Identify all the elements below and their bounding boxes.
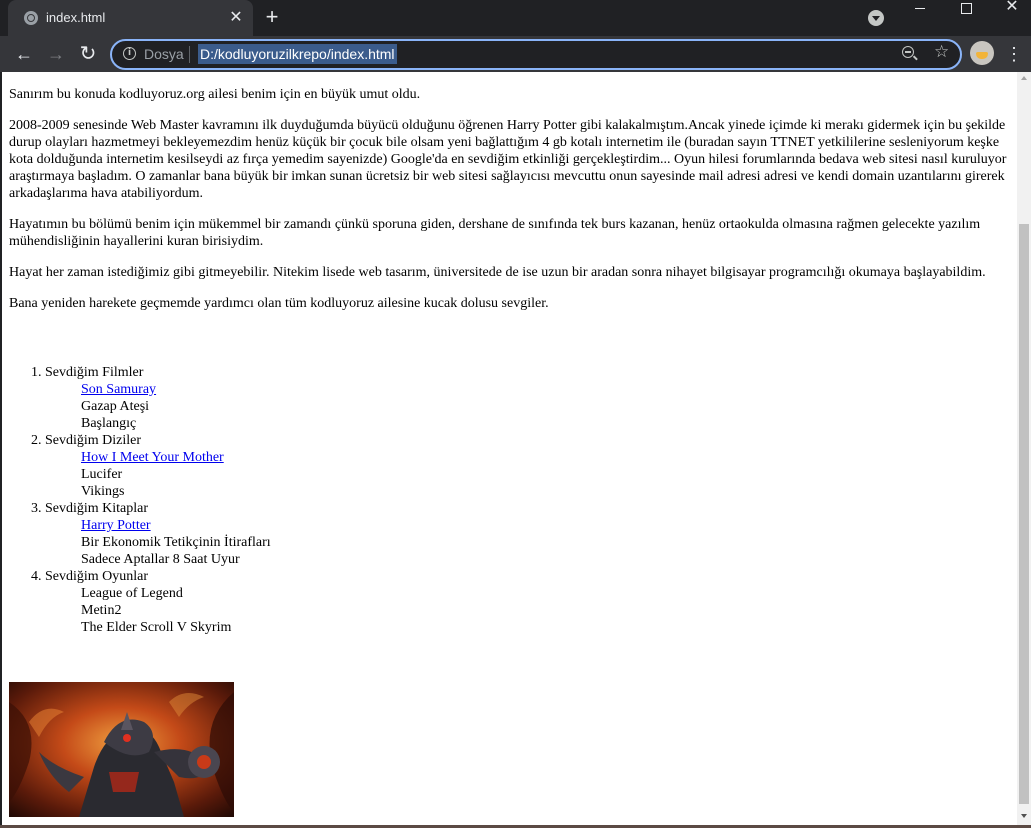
list-title: Sevdiğim Diziler [45,433,142,448]
list-title: Sevdiğim Filmler [45,365,144,380]
zoom-out-icon[interactable] [902,46,914,58]
list-item: Sevdiğim Kitaplar Harry Potter Bir Ekono… [45,500,1012,568]
page-content: Sanırım bu konuda kodluyoruz.org ailesi … [9,72,1012,636]
life-paragraph: Hayat her zaman istediğimiz gibi gitmeye… [9,265,986,280]
list-item: Sevdiğim Filmler Son Samuray Gazap Ateşi… [45,364,1012,432]
url-input[interactable]: D:/kodluyoruzilkrepo/index.html [198,44,397,64]
tab-close-button[interactable]: ✕ [226,8,246,28]
favorites-list: Sevdiğim Filmler Son Samuray Gazap Ateşi… [9,364,1012,636]
forward-button[interactable]: → [44,42,68,66]
list-entry: Vikings [81,484,125,499]
list-link[interactable]: Harry Potter [81,518,151,533]
scrollbar-thumb[interactable] [1019,224,1029,804]
list-entry: The Elder Scroll V Skyrim [81,620,232,635]
list-link[interactable]: How I Meet Your Mother [81,450,224,465]
new-tab-button[interactable]: + [260,6,284,30]
tab-title: index.html [46,10,106,25]
profile-avatar[interactable] [970,41,994,65]
story-paragraph: 2008-2009 senesinde Web Master kavramını… [9,118,1007,201]
close-window-button[interactable]: ✕ [989,0,1031,30]
list-entry: Sadece Aptallar 8 Saat Uyur [81,552,240,567]
maximize-button[interactable] [943,0,989,30]
info-icon[interactable]: i [123,47,136,60]
scroll-down-arrow-icon[interactable] [1021,814,1027,818]
intro-paragraph: Sanırım bu konuda kodluyoruz.org ailesi … [9,87,421,102]
browser-toolbar: ← → ↻ i Dosya D:/kodluyoruzilkrepo/index… [0,36,1031,72]
school-paragraph: Hayatımın bu bölümü benim için mükemmel … [9,217,981,249]
list-title: Sevdiğim Kitaplar [45,501,149,516]
list-title: Sevdiğim Oyunlar [45,569,149,584]
back-button[interactable]: ← [12,42,36,66]
tab-strip: index.html ✕ + ✕ [0,0,1031,36]
list-entry: Başlangıç [81,416,137,431]
minimize-button[interactable] [897,0,943,30]
list-item: Sevdiğim Oyunlar League of Legend Metin2… [45,568,1012,636]
globe-icon [24,11,38,25]
tab-search-icon[interactable] [868,10,884,26]
list-entry: Metin2 [81,603,122,618]
browser-menu-icon[interactable]: ⋮ [1004,42,1024,66]
list-entry: Bir Ekonomik Tetikçinin İtirafları [81,535,271,550]
scheme-label: Dosya [144,46,184,62]
list-link[interactable]: Son Samuray [81,382,156,397]
page-viewport: Sanırım bu konuda kodluyoruz.org ailesi … [2,72,1017,825]
game-artwork-image [9,682,234,817]
scroll-up-arrow-icon[interactable] [1021,76,1027,80]
browser-tab[interactable]: index.html ✕ [8,0,253,36]
vertical-scrollbar[interactable] [1017,72,1031,825]
address-bar[interactable]: i Dosya D:/kodluyoruzilkrepo/index.html … [110,39,962,70]
list-entry: League of Legend [81,586,183,601]
thanks-paragraph: Bana yeniden harekete geçmemde yardımcı … [9,296,549,311]
reload-button[interactable]: ↻ [76,42,100,66]
list-entry: Lucifer [81,467,123,482]
list-entry: Gazap Ateşi [81,399,150,414]
list-item: Sevdiğim Diziler How I Meet Your Mother … [45,432,1012,500]
address-separator [189,46,190,63]
bookmark-star-icon[interactable]: ☆ [934,42,949,62]
